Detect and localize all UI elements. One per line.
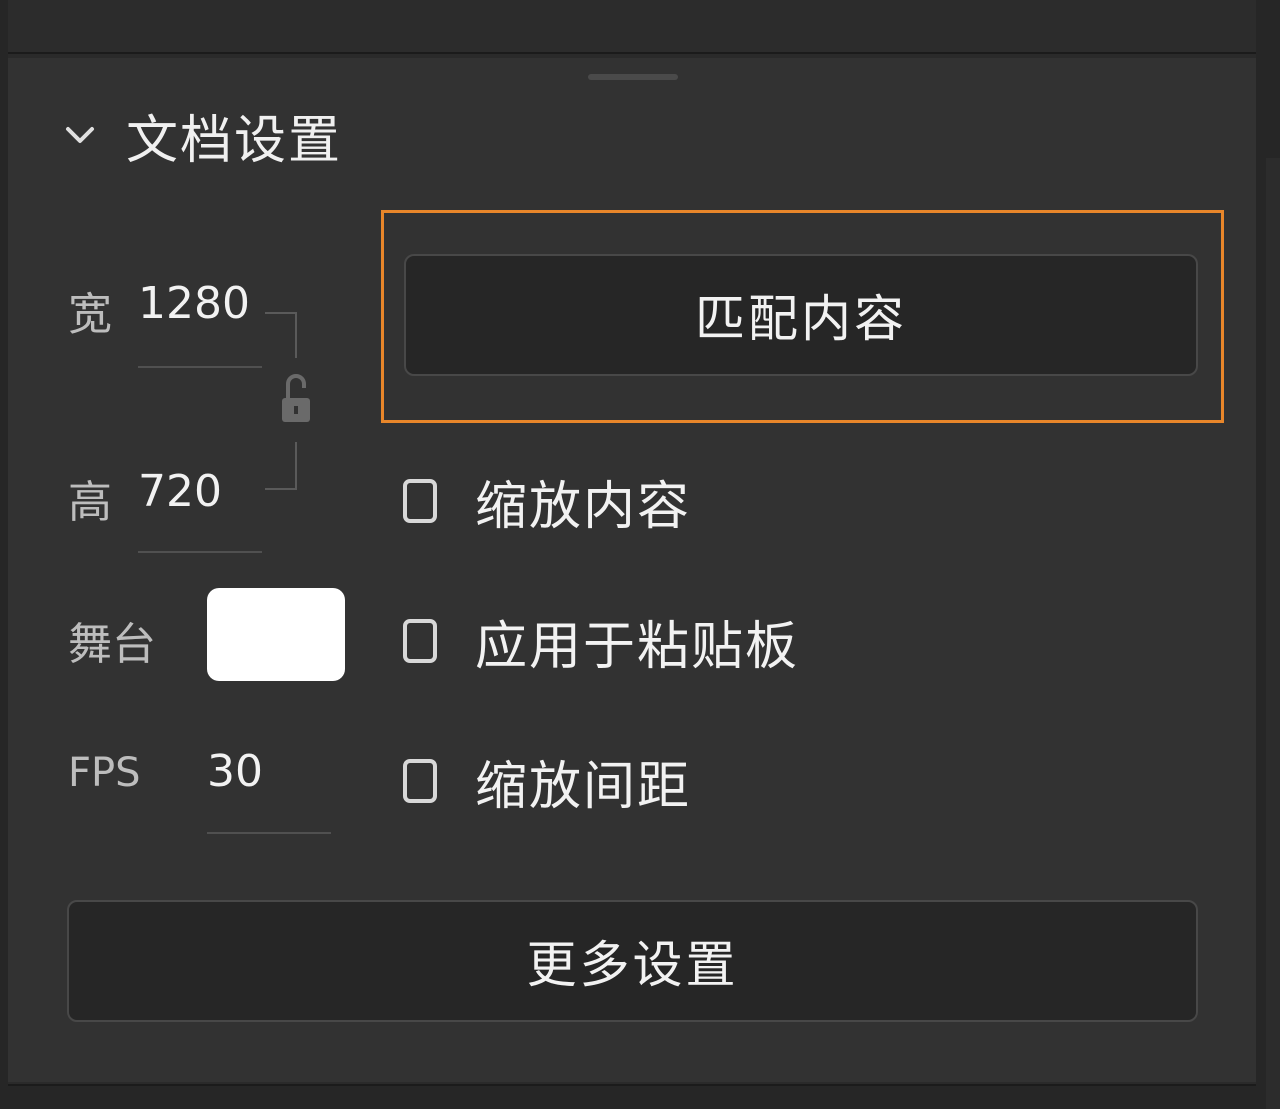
fps-label: FPS <box>68 750 141 796</box>
fps-input[interactable]: 30 <box>207 746 263 797</box>
apply-to-pasteboard-label: 应用于粘贴板 <box>475 616 800 677</box>
top-panel-strip <box>8 0 1256 54</box>
panel-drag-handle[interactable] <box>588 74 678 80</box>
left-edge <box>0 0 8 1109</box>
right-scroll-track <box>1266 158 1280 1109</box>
right-edge <box>1256 0 1280 1109</box>
more-settings-button[interactable]: 更多设置 <box>67 900 1198 1022</box>
section-title: 文档设置 <box>126 110 343 171</box>
section-header-document-settings[interactable]: 文档设置 <box>60 100 343 171</box>
scale-spacing-checkbox[interactable] <box>403 759 437 803</box>
scale-content-checkbox[interactable] <box>403 479 437 523</box>
apply-to-pasteboard-checkbox[interactable] <box>403 619 437 663</box>
height-input-underline <box>138 551 262 553</box>
aspect-link-bracket-bottom <box>265 442 297 490</box>
height-input[interactable]: 720 <box>138 466 222 517</box>
aspect-link-bracket-top <box>265 312 297 358</box>
scale-spacing-label: 缩放间距 <box>475 756 692 817</box>
unlock-icon[interactable] <box>278 368 314 428</box>
option-scale-content[interactable]: 缩放内容 <box>403 466 692 537</box>
option-apply-to-pasteboard[interactable]: 应用于粘贴板 <box>403 606 800 677</box>
stage-color-swatch[interactable] <box>207 588 345 681</box>
bottom-panel-strip <box>8 1084 1256 1109</box>
chevron-down-icon[interactable] <box>60 115 100 155</box>
stage-label: 舞台 <box>68 619 156 670</box>
option-scale-spacing[interactable]: 缩放间距 <box>403 746 692 817</box>
width-input-underline <box>138 366 262 368</box>
height-label: 高 <box>68 477 112 528</box>
match-content-button[interactable]: 匹配内容 <box>404 254 1198 376</box>
fps-input-underline <box>207 832 331 834</box>
scale-content-label: 缩放内容 <box>475 476 692 537</box>
width-label: 宽 <box>68 289 112 340</box>
width-input[interactable]: 1280 <box>138 278 250 329</box>
